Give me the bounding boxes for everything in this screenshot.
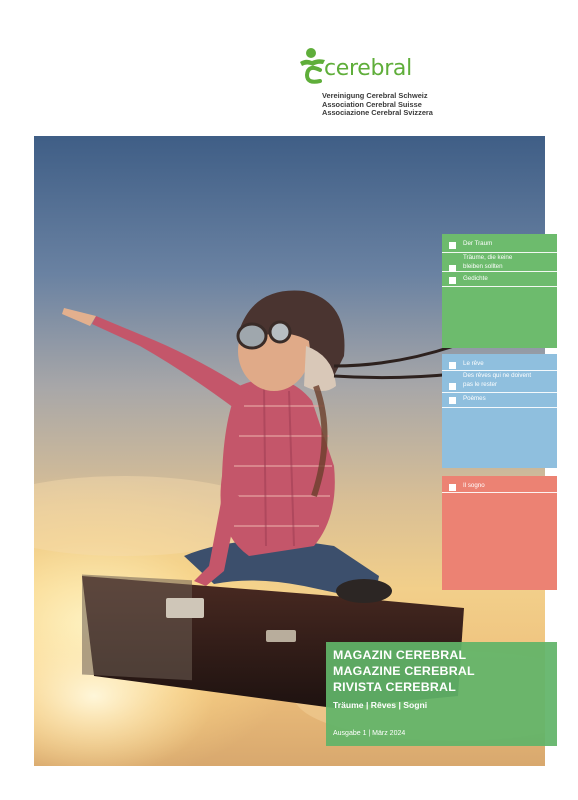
toc-divider	[442, 407, 557, 408]
bullet-square-icon	[449, 362, 456, 369]
toc-item-label: Gedichte	[463, 275, 488, 282]
title-fr: MAGAZINE CEREBRAL	[333, 664, 475, 678]
logo-wordmark: cerebral	[324, 56, 412, 81]
bullet-square-icon	[449, 242, 456, 249]
toc-divider	[442, 252, 557, 253]
issue-theme: Träume | Rêves | Sogni	[333, 700, 428, 710]
toc-item-label: Der Traum	[463, 240, 493, 247]
contents-tab-french[interactable]: Le rêve Des rêves qui ne doivent pas le …	[442, 354, 557, 468]
toc-divider	[442, 286, 557, 287]
title-it: RIVISTA CEREBRAL	[333, 680, 456, 694]
contents-tab-italian[interactable]: Il sogno	[442, 476, 557, 590]
toc-item-label-cont: pas le rester	[463, 381, 498, 388]
bullet-square-icon	[449, 397, 456, 404]
toc-item[interactable]: Der Traum	[449, 239, 553, 251]
bullet-square-icon	[449, 484, 456, 491]
toc-item-label: Le rêve	[463, 360, 484, 367]
toc-divider	[442, 370, 557, 371]
toc-divider	[442, 392, 557, 393]
toc-divider	[442, 492, 557, 493]
association-name-it: Associazione Cerebral Svizzera	[322, 108, 433, 118]
toc-item-label: Träume, die keine	[463, 254, 513, 261]
toc-item-label: Il sogno	[463, 482, 485, 489]
toc-item[interactable]: Träume, die keine bleiben sollten	[449, 254, 553, 276]
toc-item[interactable]: Des rêves qui ne doivent pas le rester	[449, 372, 553, 394]
bullet-square-icon	[449, 383, 456, 390]
toc-item[interactable]: Poèmes	[449, 394, 553, 406]
bullet-square-icon	[449, 277, 456, 284]
association-names: Vereinigung Cerebral Schweiz Association…	[322, 91, 433, 118]
toc-item[interactable]: Gedichte	[449, 274, 553, 286]
toc-divider	[442, 271, 557, 272]
magazine-title-box: MAGAZIN CEREBRAL MAGAZINE CEREBRAL RIVIS…	[326, 642, 557, 746]
contents-tab-german[interactable]: Der Traum Träume, die keine bleiben soll…	[442, 234, 557, 348]
issue-number-date: Ausgabe 1 | März 2024	[333, 730, 406, 737]
title-de: MAGAZIN CEREBRAL	[333, 648, 467, 662]
toc-item-label: Des rêves qui ne doivent	[463, 372, 532, 379]
cerebral-logo: cerebral	[298, 46, 418, 86]
toc-item-label: Poèmes	[463, 395, 486, 402]
